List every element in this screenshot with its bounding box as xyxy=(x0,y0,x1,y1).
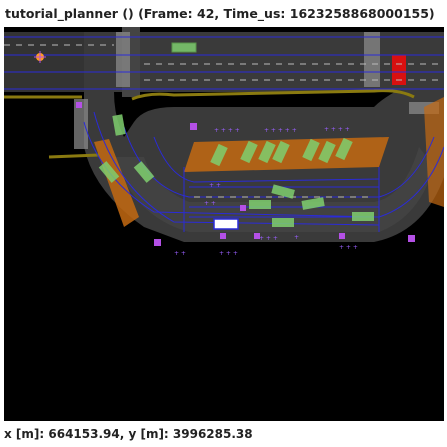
scene-canvas[interactable]: + + + + + + + + + + + + + + + + + + + + … xyxy=(4,27,444,421)
map-viewport[interactable]: + + + + + + + + + + + + + + + + + + + + … xyxy=(4,27,444,421)
svg-text:+ + +: + + + xyxy=(339,244,358,251)
vehicle-icon xyxy=(352,212,374,221)
vehicle-icon xyxy=(272,218,294,227)
ego-vehicle-icon xyxy=(213,218,239,230)
svg-text:+ + +: + + + xyxy=(219,250,238,257)
crosswalk-top xyxy=(116,32,130,87)
left-road-stub xyxy=(4,32,84,92)
pedestrian-icon xyxy=(154,239,161,246)
pedestrian-icon xyxy=(339,233,345,239)
svg-text:+: + xyxy=(294,234,299,241)
vehicle-icon xyxy=(171,42,197,53)
pedestrian-icon xyxy=(190,123,197,130)
cursor-coordinates: x [m]: 664153.94, y [m]: 3996285.38 xyxy=(4,427,253,441)
svg-text:+ +: + + xyxy=(174,250,186,257)
svg-text:+ +: + + xyxy=(204,200,216,207)
vehicle-icon xyxy=(249,200,271,209)
window-title: tutorial_planner () (Frame: 42, Time_us:… xyxy=(5,6,435,21)
svg-text:+ + + +: + + + + xyxy=(324,126,350,133)
svg-text:+ +: + + xyxy=(209,182,221,189)
pedestrian-icon xyxy=(76,102,82,108)
crosswalk-top-right xyxy=(364,32,380,87)
svg-text:+ + + +: + + + + xyxy=(214,127,240,134)
pedestrian-icon xyxy=(240,205,246,211)
pedestrian-icon xyxy=(220,233,226,239)
svg-text:+ + +: + + + xyxy=(259,235,278,242)
svg-text:+ + + + +: + + + + + xyxy=(264,127,297,134)
pedestrian-icon xyxy=(408,235,415,242)
